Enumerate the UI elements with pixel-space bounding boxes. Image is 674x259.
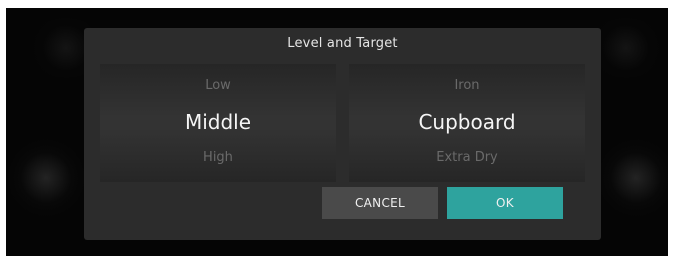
target-option-next[interactable]: Extra Dry: [349, 150, 585, 165]
target-option-selected[interactable]: Cupboard: [349, 110, 585, 134]
background-glow: [596, 138, 668, 218]
cancel-button[interactable]: CANCEL: [322, 187, 438, 219]
target-picker[interactable]: Iron Cupboard Extra Dry: [349, 64, 585, 182]
level-target-dialog: Level and Target Low Middle High Iron Cu…: [84, 28, 601, 240]
background-glow: [6, 138, 86, 218]
level-option-previous[interactable]: Low: [100, 78, 336, 93]
level-option-selected[interactable]: Middle: [100, 110, 336, 134]
screen-background: Level and Target Low Middle High Iron Cu…: [6, 8, 668, 256]
dialog-title: Level and Target: [287, 36, 398, 51]
target-option-previous[interactable]: Iron: [349, 78, 585, 93]
level-option-next[interactable]: High: [100, 150, 336, 165]
level-picker[interactable]: Low Middle High: [100, 64, 336, 182]
ok-button[interactable]: OK: [447, 187, 563, 219]
